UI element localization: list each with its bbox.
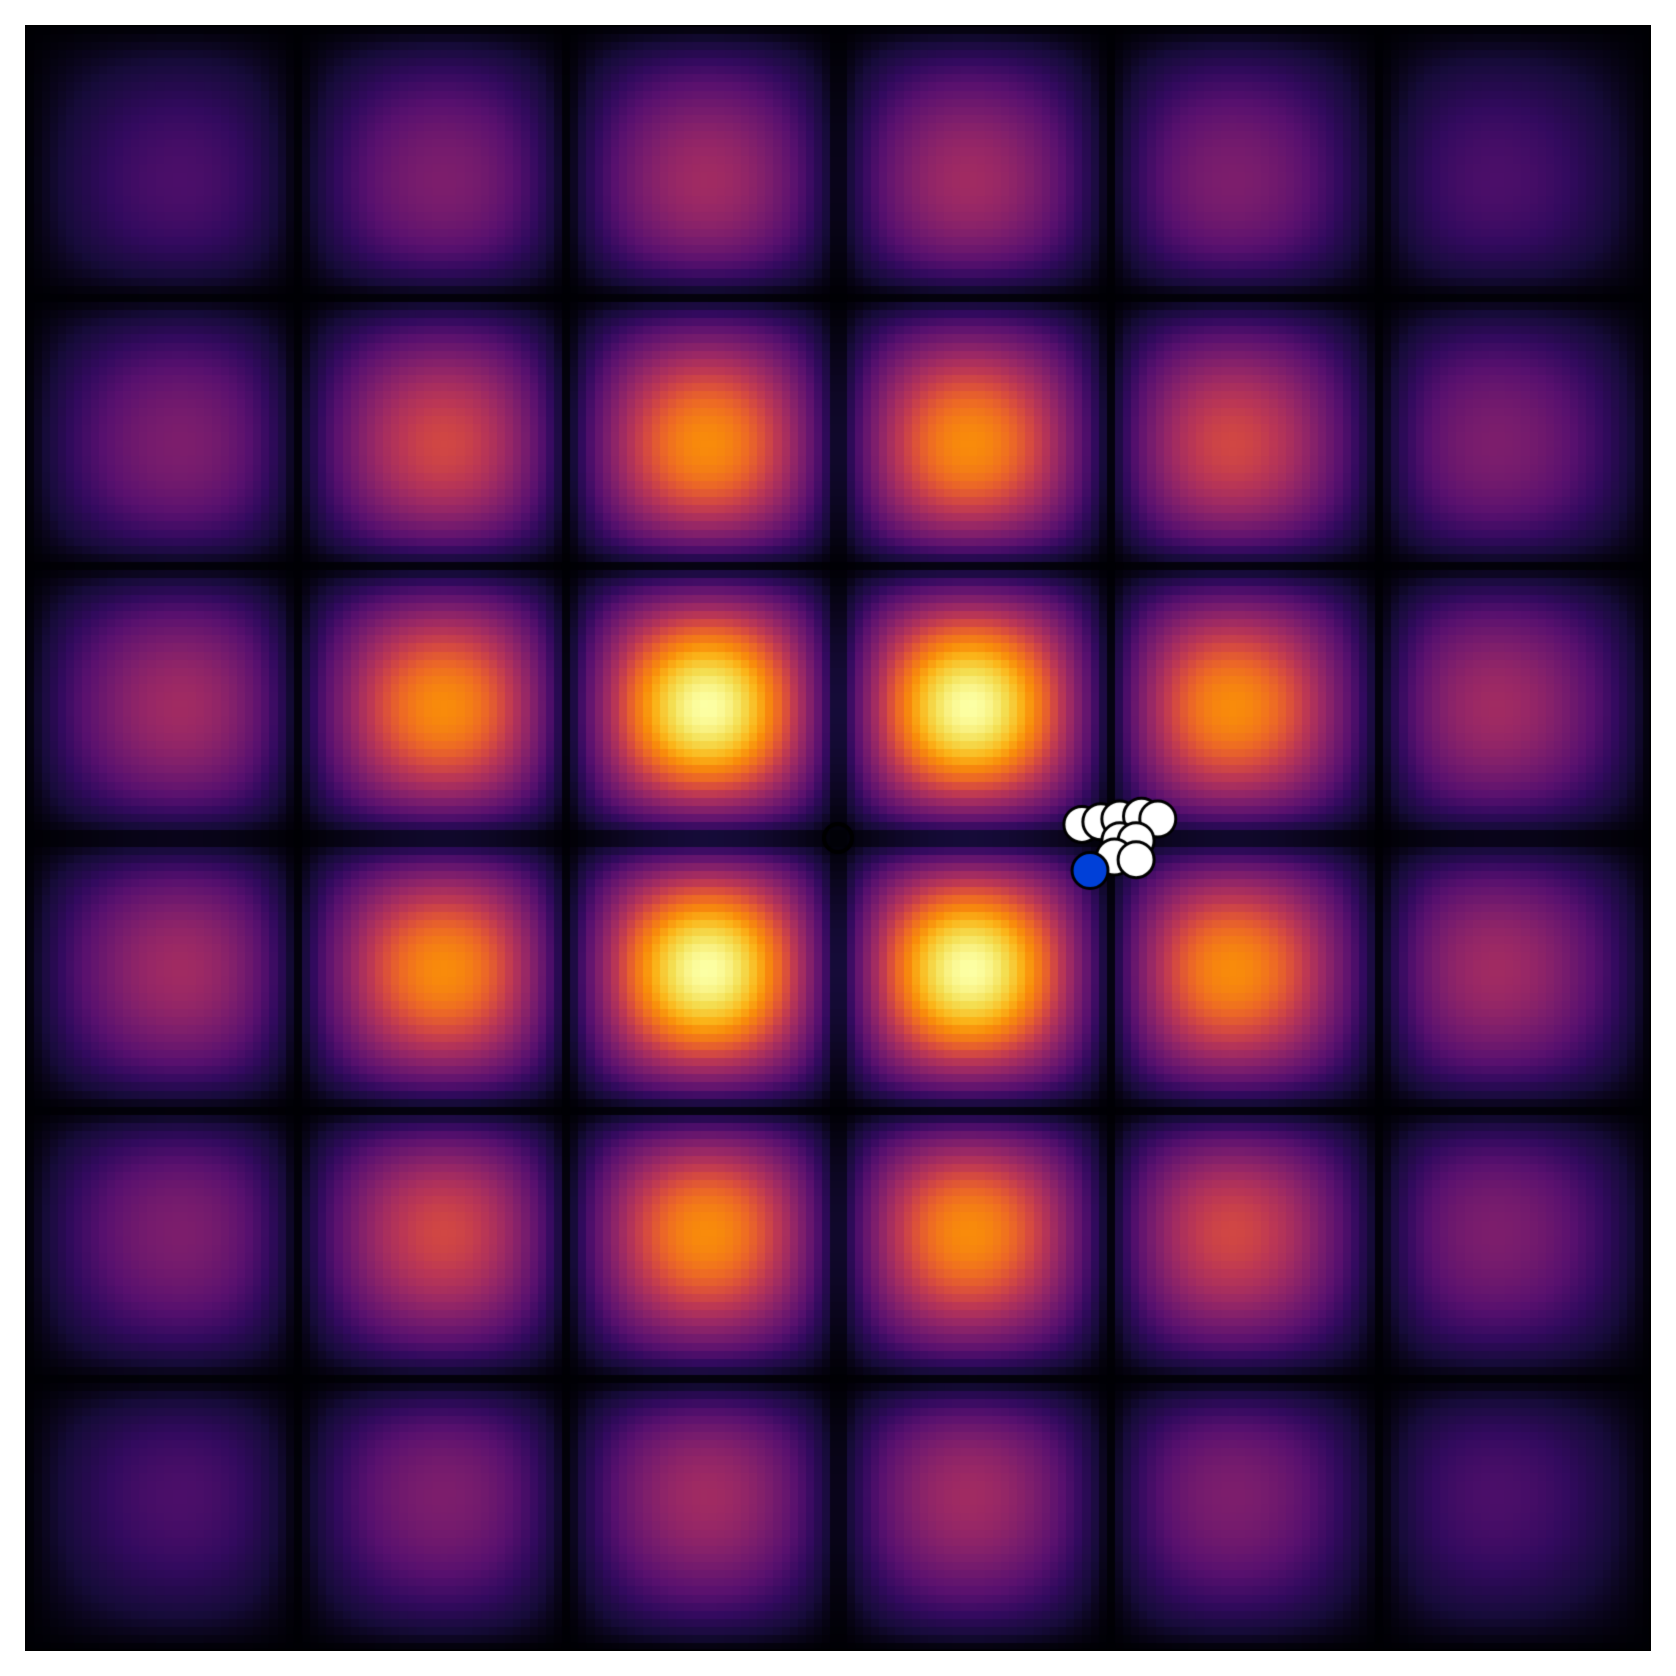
heatmap-plot: [25, 25, 1651, 1651]
figure-container: [0, 0, 1676, 1676]
